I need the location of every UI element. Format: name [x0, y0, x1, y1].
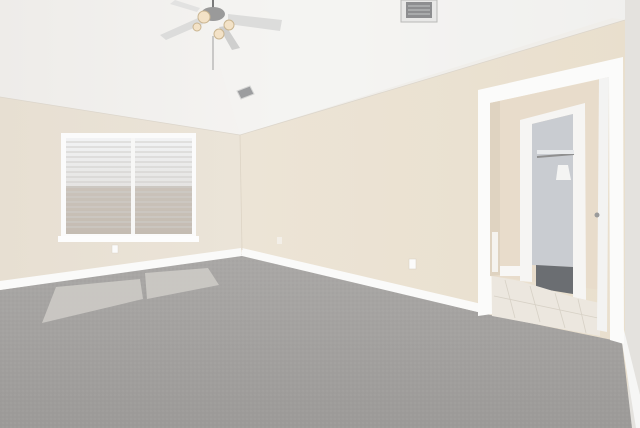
open-doorway — [478, 57, 624, 344]
bedroom-photo — [0, 0, 640, 428]
window-sill — [58, 236, 199, 242]
switch-plate — [277, 237, 282, 244]
open-door — [597, 77, 609, 332]
window-mullion — [131, 138, 135, 234]
bath-baseboard — [500, 266, 520, 276]
walk-in-closet — [532, 114, 573, 267]
window-with-blinds — [58, 133, 199, 242]
bath-towel — [492, 232, 498, 272]
outlet-left — [111, 244, 119, 254]
outlet-back — [408, 258, 417, 270]
air-vent-ceiling — [400, 0, 438, 23]
door-knob — [594, 212, 600, 218]
closet-shelf — [537, 150, 574, 154]
